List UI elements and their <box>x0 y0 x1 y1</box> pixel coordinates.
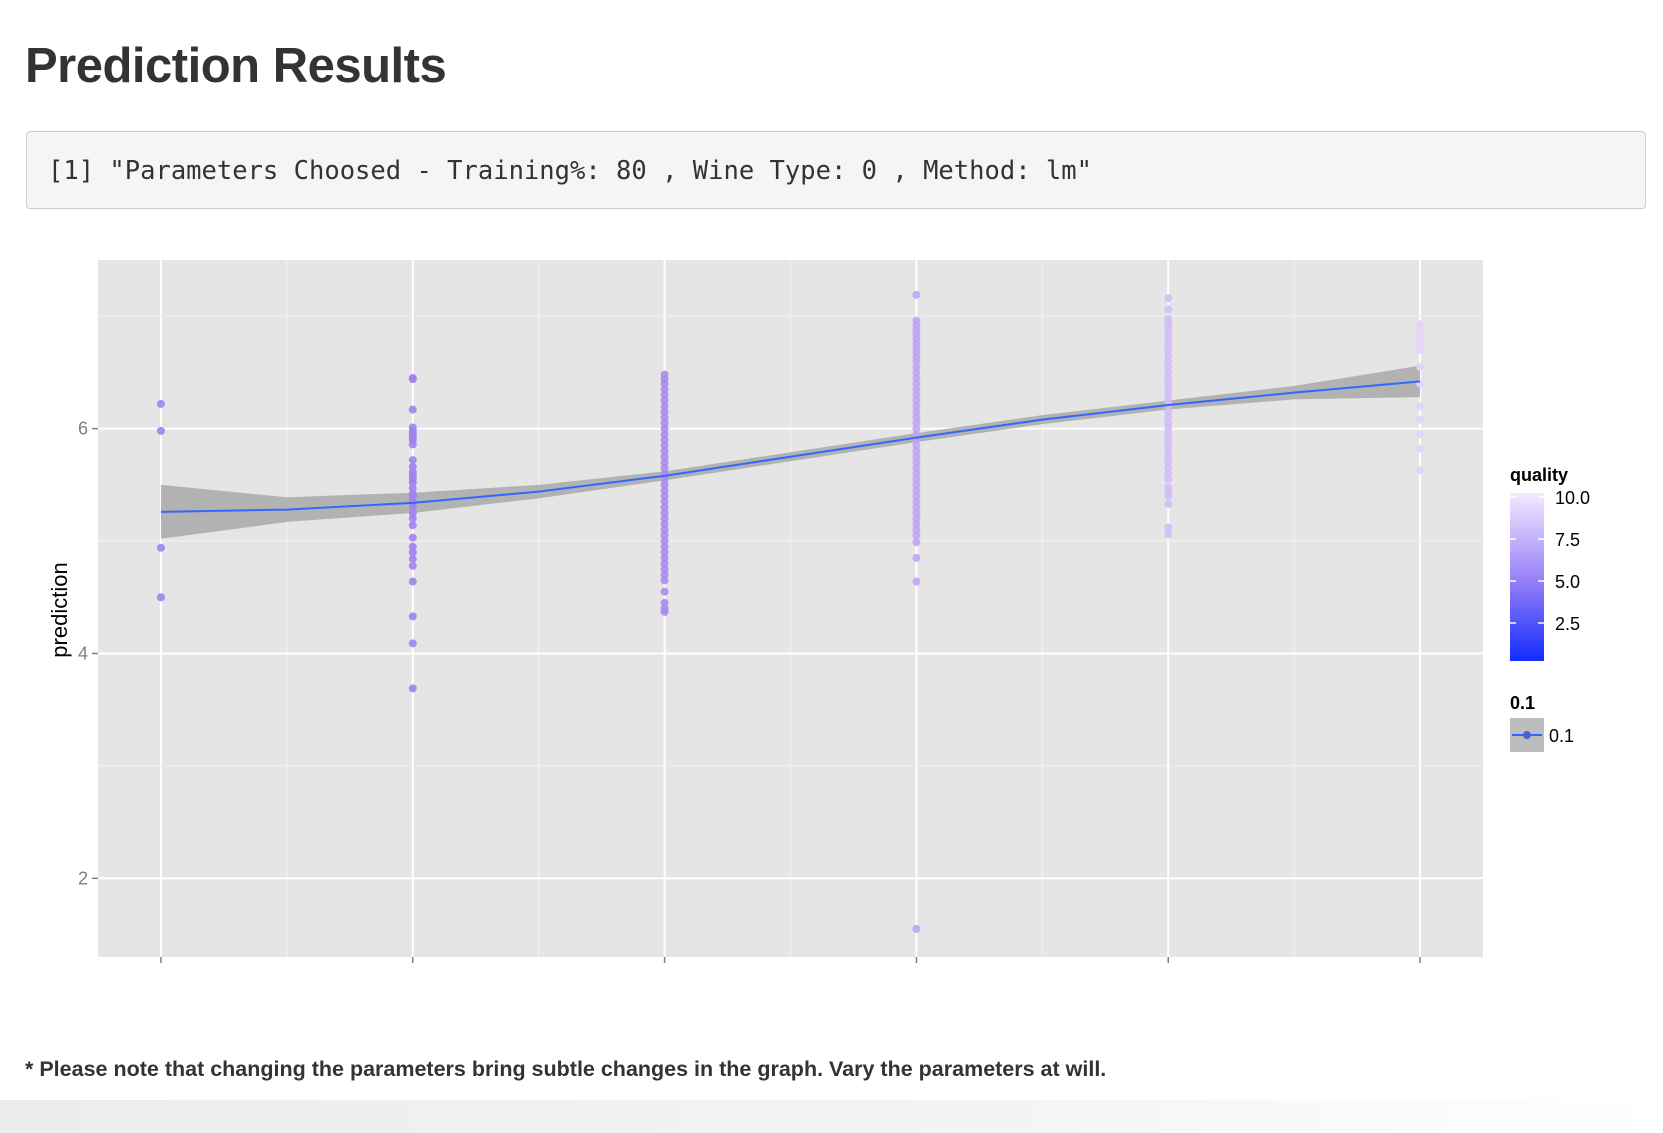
y-tick-label: 4 <box>78 643 88 663</box>
data-point <box>408 561 417 570</box>
data-point <box>408 375 417 384</box>
legend: quality 10.0 7.5 5.0 2.5 0.1 0.1 <box>1510 465 1590 752</box>
y-axis-label: prediction <box>47 562 72 657</box>
data-point <box>408 405 417 414</box>
prediction-chart: 345678246 quality prediction quality 10.… <box>47 260 1590 963</box>
data-point <box>660 576 669 585</box>
page-title: Prediction Results <box>25 39 447 93</box>
data-point <box>1164 475 1173 484</box>
legend-size-label: 0.1 <box>1549 726 1574 746</box>
data-point <box>1164 499 1173 508</box>
data-point <box>912 290 921 299</box>
legend-tick-label: 7.5 <box>1555 530 1580 550</box>
data-point <box>408 612 417 621</box>
data-point <box>408 521 417 530</box>
legend-key-point <box>1523 731 1531 739</box>
legend-size-title: 0.1 <box>1510 693 1535 713</box>
data-point <box>408 577 417 586</box>
data-point <box>1164 294 1173 303</box>
data-point <box>912 538 921 547</box>
y-tick-label: 6 <box>78 419 88 439</box>
legend-tick-label: 5.0 <box>1555 572 1580 592</box>
legend-tick-label: 2.5 <box>1555 614 1580 634</box>
bottom-edge-shade <box>0 1100 1663 1133</box>
data-point <box>156 399 165 408</box>
data-point <box>1416 362 1425 371</box>
data-point <box>1416 345 1425 354</box>
data-point <box>408 440 417 449</box>
data-point <box>912 553 921 562</box>
y-tick-label: 2 <box>78 868 88 888</box>
data-point <box>660 587 669 596</box>
data-point <box>1416 415 1425 424</box>
data-point <box>408 639 417 648</box>
data-point <box>156 543 165 552</box>
legend-colorbar <box>1510 493 1544 661</box>
console-output: [1] "Parameters Choosed - Training%: 80 … <box>26 131 1646 209</box>
legend-tick-label: 10.0 <box>1555 488 1590 508</box>
data-point <box>912 924 921 933</box>
data-point <box>1416 466 1425 475</box>
data-point <box>1164 492 1173 501</box>
data-point <box>1164 530 1173 539</box>
data-point <box>1164 305 1173 314</box>
data-point <box>912 577 921 586</box>
data-point <box>156 426 165 435</box>
legend-color-title: quality <box>1510 465 1568 485</box>
data-point <box>1416 444 1425 453</box>
data-point <box>408 684 417 693</box>
data-point <box>156 593 165 602</box>
data-point <box>1416 430 1425 439</box>
data-point <box>660 607 669 616</box>
data-point <box>1416 402 1425 411</box>
data-point <box>408 533 417 542</box>
footnote-text: * Please note that changing the paramete… <box>25 1057 1107 1081</box>
